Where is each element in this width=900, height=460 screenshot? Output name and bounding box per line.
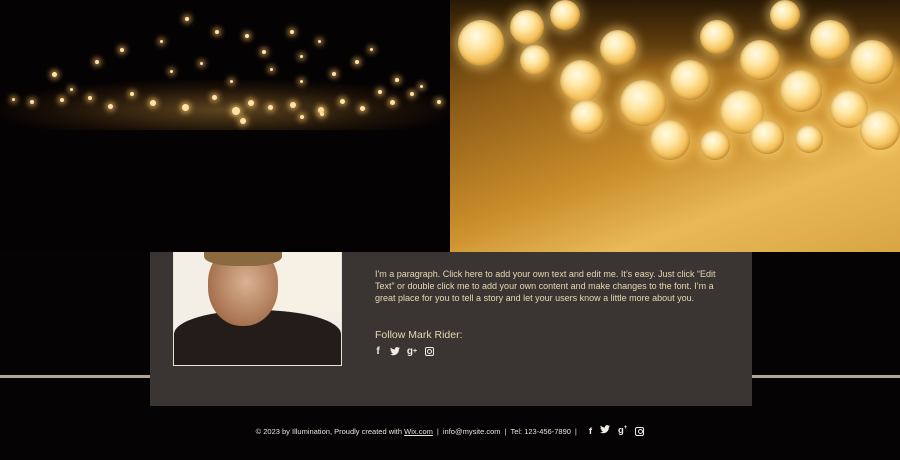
- google-plus-icon[interactable]: g+: [405, 345, 419, 357]
- footer-separator: |: [504, 426, 507, 436]
- light-dot: [300, 80, 303, 83]
- light-dot: [270, 68, 273, 71]
- page: I'm a paragraph. Click here to add your …: [0, 0, 900, 460]
- facebook-icon[interactable]: f: [589, 426, 592, 437]
- led-bulb: [795, 125, 823, 153]
- light-dot: [95, 60, 99, 64]
- twitter-icon[interactable]: [600, 425, 611, 437]
- instagram-icon[interactable]: [635, 426, 645, 436]
- led-bulb: [510, 10, 544, 44]
- led-bulb: [560, 60, 602, 102]
- led-bulb: [520, 45, 550, 75]
- light-dot: [290, 30, 294, 34]
- light-dot: [332, 72, 336, 76]
- led-bulb: [750, 120, 784, 154]
- led-bulb: [860, 110, 900, 150]
- light-dot: [108, 104, 113, 109]
- twitter-icon[interactable]: [389, 345, 401, 357]
- light-dot: [52, 72, 57, 77]
- light-glow: [0, 80, 450, 130]
- led-bulb: [550, 0, 580, 30]
- light-dot: [12, 98, 15, 101]
- light-dot: [355, 60, 359, 64]
- light-dot: [420, 85, 423, 88]
- footer-separator: |: [574, 426, 577, 436]
- light-dot: [300, 115, 304, 119]
- led-bulb: [780, 70, 822, 112]
- light-dot: [300, 55, 303, 58]
- led-bulb: [810, 20, 850, 60]
- light-dot: [120, 48, 124, 52]
- about-paragraph[interactable]: I'm a paragraph. Click here to add your …: [375, 268, 727, 305]
- led-bulb: [458, 20, 504, 66]
- light-dot: [437, 100, 441, 104]
- light-dot: [268, 105, 273, 110]
- google-plus-icon[interactable]: g+: [618, 425, 627, 436]
- footer-tel: Tel: 123-456-7890: [510, 426, 571, 436]
- light-dot: [410, 92, 414, 96]
- light-dot: [150, 100, 156, 106]
- photo-hair: [204, 252, 282, 266]
- wix-link[interactable]: Wix.com: [404, 427, 433, 436]
- light-dot: [232, 107, 240, 115]
- light-dot: [215, 30, 219, 34]
- profile-photo: [173, 252, 342, 366]
- instagram-glyph: [424, 346, 434, 356]
- light-dot: [245, 34, 249, 38]
- light-dot: [182, 104, 189, 111]
- light-dot: [170, 70, 173, 73]
- light-dot: [240, 118, 246, 124]
- facebook-icon[interactable]: f: [373, 345, 383, 357]
- light-dot: [200, 62, 203, 65]
- footer-separator: |: [436, 426, 439, 436]
- light-dot: [230, 80, 233, 83]
- light-dot: [318, 40, 321, 43]
- light-dot: [160, 40, 163, 43]
- follow-label: Follow Mark Rider:: [375, 329, 463, 341]
- light-dot: [185, 17, 189, 21]
- led-bulb: [600, 30, 636, 66]
- light-dot: [340, 99, 345, 104]
- light-dot: [390, 100, 395, 105]
- light-dot: [395, 78, 399, 82]
- light-dot: [378, 90, 382, 94]
- footer-copyright: © 2023 by Illumination, Proudly created …: [255, 426, 403, 436]
- light-dot: [88, 96, 92, 100]
- led-bulb: [700, 130, 730, 160]
- light-dot: [130, 92, 134, 96]
- led-bulbs-image: [450, 0, 900, 252]
- light-dot: [360, 106, 365, 111]
- light-dot: [70, 88, 73, 91]
- light-dot: [320, 112, 324, 116]
- light-dot: [290, 102, 296, 108]
- instagram-icon[interactable]: [424, 345, 434, 357]
- led-bulb: [700, 20, 734, 54]
- footer: © 2023 by Illumination, Proudly created …: [0, 424, 900, 438]
- bokeh-lights-image: [0, 0, 450, 252]
- led-bulb: [650, 120, 690, 160]
- light-dot: [248, 100, 254, 106]
- light-dot: [60, 98, 64, 102]
- led-bulb: [620, 80, 666, 126]
- light-dot: [262, 50, 266, 54]
- led-bulb: [740, 40, 780, 80]
- photo-background: [269, 252, 341, 312]
- light-dot: [30, 100, 34, 104]
- footer-email[interactable]: info@mysite.com: [443, 427, 501, 436]
- light-dot: [370, 48, 373, 51]
- led-bulb: [670, 60, 710, 100]
- led-bulb: [570, 100, 604, 134]
- light-dot: [212, 95, 217, 100]
- led-bulb: [770, 0, 800, 30]
- led-bulb: [850, 40, 894, 84]
